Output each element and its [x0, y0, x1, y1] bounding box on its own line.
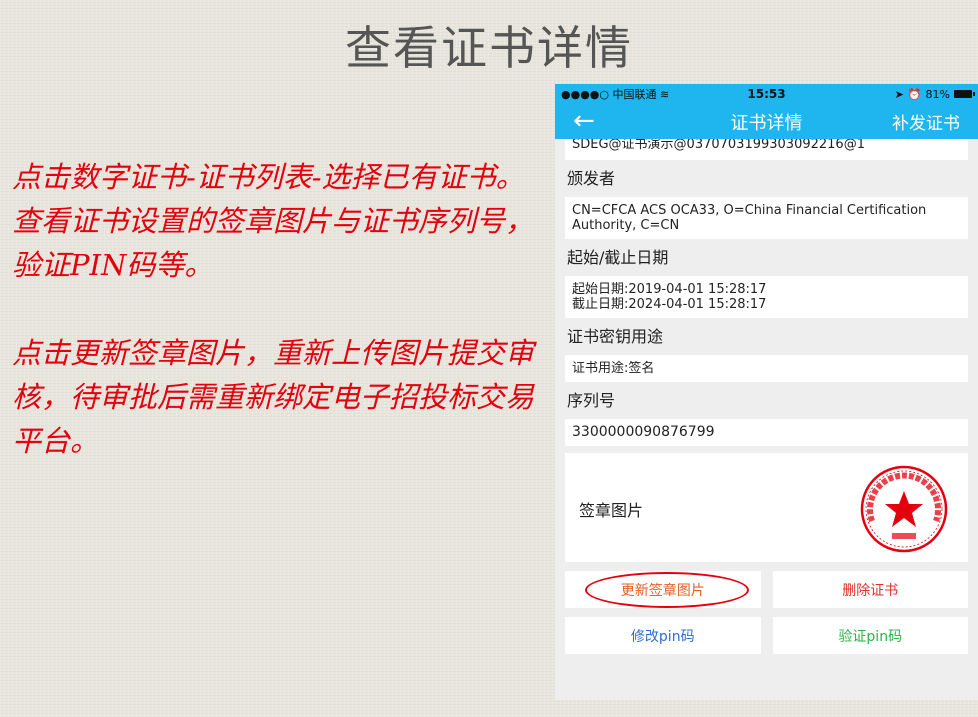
instruction-paragraph-1: 点击数字证书-证书列表-选择已有证书。查看证书设置的签章图片与证书序列号，验证P…: [12, 160, 535, 282]
nav-bar: ← 证书详情 补发证书: [555, 104, 978, 139]
highlight-annotation: [585, 572, 749, 608]
battery-icon: [954, 90, 975, 98]
instruction-paragraph-2: 点击更新签章图片，重新上传图片提交审核，待审批后需重新绑定电子招投标交易平台。: [12, 336, 535, 458]
end-date: 截止日期:2024-04-01 15:28:17: [572, 297, 767, 312]
seal-stamp-image: [860, 465, 948, 553]
usage-label: 证书密钥用途: [567, 327, 664, 346]
issuer-value: CN=CFCA ACS OCA33, O=China Financial Cer…: [565, 197, 968, 239]
button-row-2: 修改pin码 验证pin码: [565, 617, 968, 654]
status-bar: ●●●●○ 中国联通 ≋ 15:53 ➤ ⏰ 81%: [555, 84, 978, 104]
change-pin-button[interactable]: 修改pin码: [565, 617, 761, 654]
instructions-text: 点击数字证书-证书列表-选择已有证书。查看证书设置的签章图片与证书序列号，验证P…: [12, 155, 552, 507]
validity-label: 起始/截止日期: [567, 248, 669, 267]
serial-label: 序列号: [567, 391, 616, 410]
verify-pin-button[interactable]: 验证pin码: [772, 617, 968, 654]
delete-certificate-button[interactable]: 删除证书: [772, 571, 968, 608]
seal-label: 签章图片: [579, 501, 644, 520]
update-seal-image-button[interactable]: 更新签章图片: [565, 571, 761, 608]
slide-title: 查看证书详情: [345, 21, 633, 75]
seal-image-box: 签章图片: [565, 453, 968, 562]
details-content: SDEG@证书演示@0370703199303092216@1 颁发者 CN=C…: [555, 139, 978, 654]
status-time: 15:53: [747, 87, 786, 101]
issuer-label: 颁发者: [567, 169, 616, 188]
usage-value: 证书用途:签名: [565, 355, 968, 382]
validity-value: 起始日期:2019-04-01 15:28:17 截止日期:2024-04-01…: [565, 276, 968, 318]
reissue-certificate-button[interactable]: 补发证书: [892, 109, 960, 134]
phone-screenshot: ●●●●○ 中国联通 ≋ 15:53 ➤ ⏰ 81% ← 证书详情 补发证书 S…: [555, 84, 978, 700]
serial-value: 3300000090876799: [565, 419, 968, 446]
start-date: 起始日期:2019-04-01 15:28:17: [572, 282, 767, 297]
subject-value: SDEG@证书演示@0370703199303092216@1: [565, 139, 968, 160]
button-row-1: 更新签章图片 删除证书: [565, 571, 968, 608]
